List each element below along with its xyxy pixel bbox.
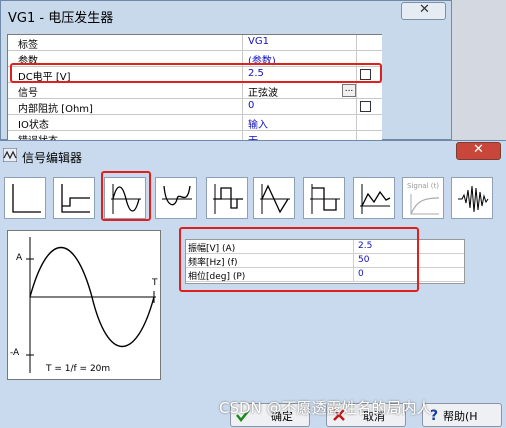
property-value: VG1 xyxy=(248,36,269,47)
square-signal-button[interactable] xyxy=(303,177,345,219)
abs-sine-signal-button[interactable] xyxy=(155,177,197,219)
parameters-highlight xyxy=(179,227,419,292)
property-row[interactable]: 内部阻抗 [Ohm] 0 xyxy=(8,99,382,115)
signal-editor-icon xyxy=(3,148,17,162)
close-icon: ✕ xyxy=(473,142,484,157)
close-button[interactable]: ✕ xyxy=(401,2,446,20)
square-wave-icon xyxy=(310,184,340,214)
property-row[interactable]: 标签 VG1 xyxy=(8,35,382,51)
formula-signal-button[interactable]: Signal (t) xyxy=(402,177,444,219)
close-button[interactable]: ✕ xyxy=(456,142,501,160)
impedance-checkbox[interactable] xyxy=(360,101,371,112)
noise-signal-button[interactable] xyxy=(451,177,493,219)
step-signal-button[interactable] xyxy=(53,177,95,219)
formula-signal-icon xyxy=(410,194,440,215)
pulse-signal-button[interactable] xyxy=(206,177,248,219)
sine-waveform-plot xyxy=(26,237,156,373)
dc-signal-icon xyxy=(12,184,41,213)
window-title: 信号编辑器 xyxy=(22,151,83,165)
watermark-text: CSDN @不愿透露姓名的局内人 xyxy=(219,399,432,417)
help-button[interactable]: ? 帮助(H xyxy=(422,403,502,427)
custom-signal-button[interactable] xyxy=(353,177,395,219)
triangle-wave-icon xyxy=(260,184,290,214)
property-value: 输入 xyxy=(248,120,268,131)
property-value: 0 xyxy=(248,100,255,111)
burst-wave-icon xyxy=(458,185,489,213)
help-label: 帮助(H xyxy=(443,410,478,423)
property-label: IO状态 xyxy=(18,120,49,131)
waveform-preview: A -A T T = 1/f = 20m xyxy=(7,230,161,380)
signal-edit-button[interactable]: ... xyxy=(342,84,356,97)
triangle-signal-button[interactable] xyxy=(253,177,295,219)
negative-amplitude-label: -A xyxy=(10,348,20,358)
step-signal-icon xyxy=(61,184,90,213)
property-value: 正弦波 xyxy=(248,88,278,99)
dc-level-highlight xyxy=(10,63,382,83)
amplitude-label: A xyxy=(16,253,23,263)
rectified-sine-icon xyxy=(162,185,192,206)
property-label: 标签 xyxy=(18,40,38,51)
period-label: T xyxy=(152,278,158,288)
property-row[interactable]: IO状态 输入 xyxy=(8,115,382,131)
dc-signal-button[interactable] xyxy=(4,177,46,219)
property-label: 内部阻抗 [Ohm] xyxy=(18,104,93,115)
property-label: 信号 xyxy=(18,88,38,99)
property-row-signal[interactable]: 信号 正弦波 ... xyxy=(8,83,382,99)
window-title: VG1 - 电压发生器 xyxy=(8,11,114,26)
pulse-icon xyxy=(213,184,243,214)
period-formula: T = 1/f = 20m xyxy=(46,364,111,374)
close-icon: ✕ xyxy=(419,2,430,17)
custom-curve-icon xyxy=(360,184,391,214)
property-table: 标签 VG1 参数 (参数) DC电平 [V] 2.5 信号 正弦波 ... 内… xyxy=(7,34,382,147)
sine-selection-highlight xyxy=(101,171,151,221)
